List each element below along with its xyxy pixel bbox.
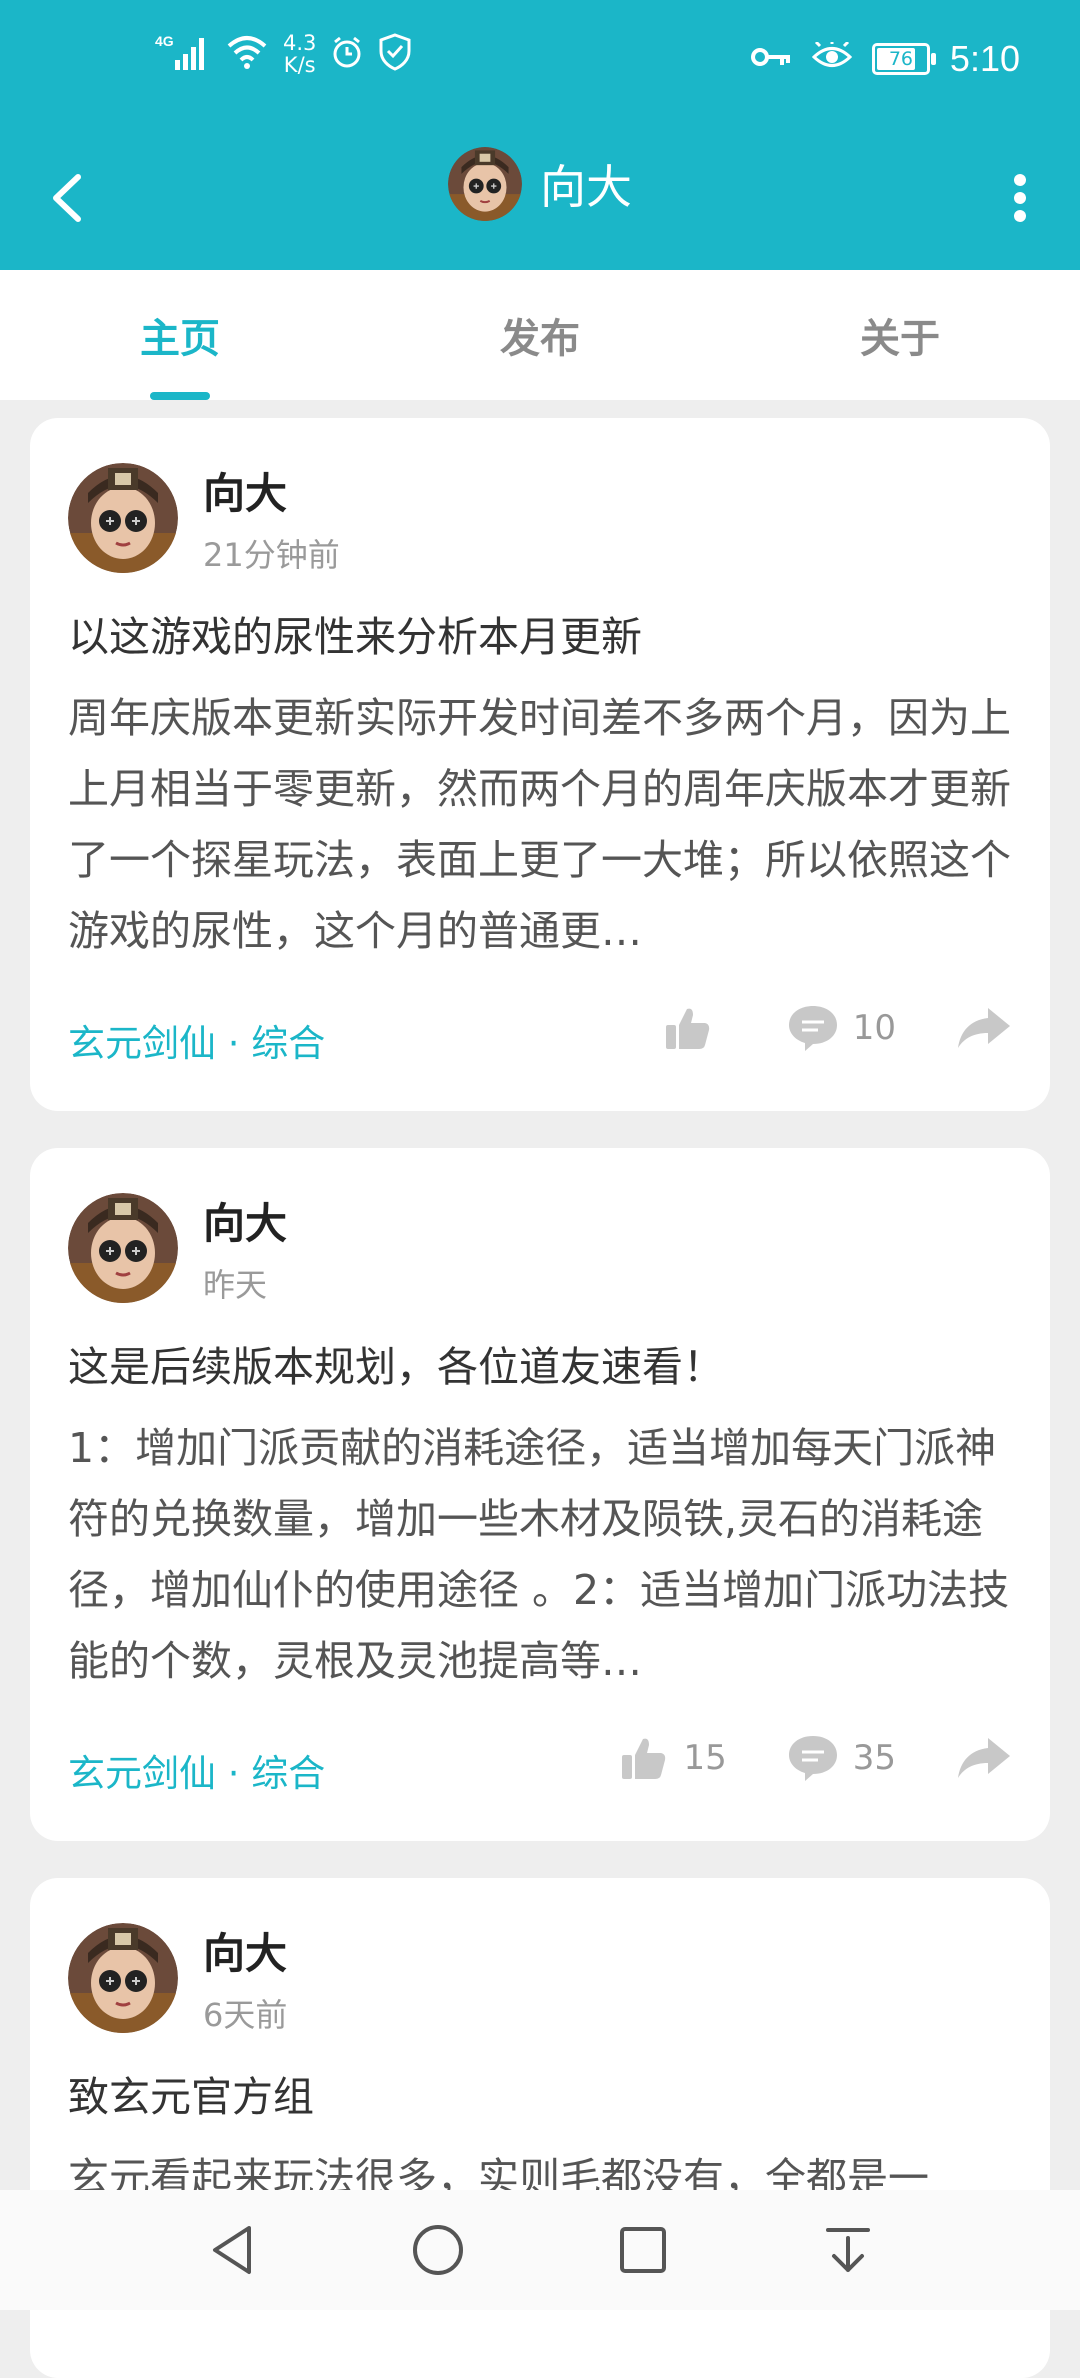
avatar[interactable] <box>68 1923 178 2033</box>
circle-home-icon <box>412 2225 463 2275</box>
post-card[interactable]: 向大 昨天 这是后续版本规划，各位道友速看！ 1：增加门派贡献的消耗途径，适当增… <box>30 1148 1050 1841</box>
post-author[interactable]: 向大 <box>203 1920 287 1981</box>
clock: 5:10 <box>949 38 1020 79</box>
more-vertical-icon <box>1014 174 1026 222</box>
post-body[interactable]: 1：增加门派贡献的消耗途径，适当增加每天门派神符的兑换数量，增加一些木材及陨铁,… <box>68 1413 1018 1697</box>
post-tag[interactable]: 玄元剑仙 · 综合 <box>68 1013 325 1067</box>
post-time: 昨天 <box>203 1266 268 1304</box>
share-icon <box>958 1738 1010 1778</box>
nav-recents-button[interactable] <box>608 2215 678 2285</box>
alarm-icon <box>330 35 364 73</box>
app-bar: 向大 <box>0 125 1080 270</box>
wifi-icon <box>225 34 269 74</box>
like-button[interactable]: 15 <box>619 1733 727 1783</box>
share-icon <box>958 1008 1010 1048</box>
post-author[interactable]: 向大 <box>203 460 287 521</box>
share-button[interactable] <box>956 1736 1012 1780</box>
comment-count: 35 <box>852 1738 896 1778</box>
post-card[interactable]: 向大 21分钟前 以这游戏的尿性来分析本月更新 周年庆版本更新实际开发时间差不多… <box>30 418 1050 1111</box>
comment-icon <box>788 1736 837 1781</box>
comment-count: 10 <box>852 1008 896 1048</box>
system-nav-bar <box>0 2190 1080 2310</box>
post-time: 6天前 <box>203 1996 288 2034</box>
post-author[interactable]: 向大 <box>203 1190 287 1251</box>
signal-icon: 4G <box>155 32 211 76</box>
tab-home[interactable]: 主页 <box>0 270 360 400</box>
battery-icon: 76 <box>871 43 936 75</box>
comment-button[interactable]: 10 <box>787 1003 896 1053</box>
share-button[interactable] <box>956 1006 1012 1050</box>
post-title[interactable]: 这是后续版本规划，各位道友速看！ <box>68 1333 724 1393</box>
eye-icon <box>811 40 853 76</box>
post-time: 21分钟前 <box>203 536 340 574</box>
comment-icon <box>788 1006 837 1051</box>
square-recents-icon <box>619 2227 666 2273</box>
post-tag[interactable]: 玄元剑仙 · 综合 <box>68 1743 325 1797</box>
tab-about[interactable]: 关于 <box>720 270 1080 400</box>
nav-home-button[interactable] <box>403 2215 473 2285</box>
post-body[interactable]: 周年庆版本更新实际开发时间差不多两个月，因为上上月相当于零更新，然而两个月的周年… <box>68 683 1018 967</box>
key-icon <box>750 45 792 73</box>
like-count: 15 <box>683 1738 727 1778</box>
avatar[interactable] <box>68 1193 178 1303</box>
network-speed: 4.3 K/s <box>283 31 317 77</box>
more-button[interactable] <box>990 163 1050 233</box>
nav-notification-button[interactable] <box>813 2215 883 2285</box>
svg-text:4G: 4G <box>155 33 174 49</box>
page-title: 向大 <box>540 160 632 214</box>
shield-icon <box>378 33 412 75</box>
avatar[interactable] <box>68 463 178 573</box>
pull-down-icon <box>825 2228 870 2272</box>
triangle-back-icon <box>212 2226 251 2274</box>
nav-back-button[interactable] <box>198 2215 268 2285</box>
tab-bar: 主页 发布 关于 <box>0 270 1080 400</box>
tab-posts[interactable]: 发布 <box>360 270 720 400</box>
avatar[interactable] <box>448 147 522 221</box>
like-button[interactable] <box>663 1003 727 1053</box>
comment-button[interactable]: 35 <box>787 1733 896 1783</box>
thumbs-up-icon <box>622 1738 666 1779</box>
thumbs-up-icon <box>665 1008 709 1049</box>
post-title[interactable]: 以这游戏的尿性来分析本月更新 <box>68 603 642 663</box>
status-bar: 4G 4.3 K/s 76 5:10 <box>0 0 1080 125</box>
post-title[interactable]: 致玄元官方组 <box>68 2063 314 2123</box>
